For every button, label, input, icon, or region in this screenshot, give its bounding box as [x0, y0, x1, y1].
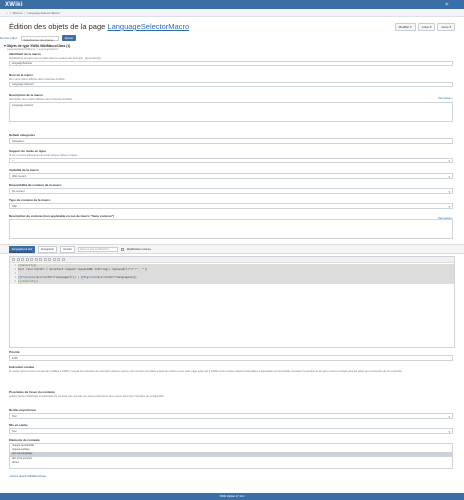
chevron-down-icon: ▾ [448, 174, 450, 179]
macro-tool-icon[interactable] [57, 258, 60, 261]
xwiki-logo[interactable]: XWiki [5, 2, 23, 8]
line-number: 5 [10, 280, 18, 284]
code-token: >>$currentUrl?language=en]] [94, 276, 137, 279]
add-object-button[interactable]: Ajouter [61, 35, 77, 41]
visibility-select[interactable]: Wiki courant ▾ [9, 173, 453, 179]
inline-support-select[interactable]: --- ▾ [9, 157, 453, 163]
code-token: {{/velocity}} [18, 280, 39, 283]
chevron-down-icon: ▾ [448, 414, 450, 419]
object-editor: Édition des objets de la page LanguageSe… [0, 17, 464, 493]
back-to-class-link[interactable]: ‹ Retour depuis WikiMacroClass [9, 475, 46, 478]
chevron-down-icon: ▾ [448, 429, 450, 434]
content-type-select[interactable]: Wiki ▾ [9, 203, 453, 209]
underline-tool-icon[interactable] [21, 258, 24, 261]
field-default-categories: Default categories Navigation [9, 133, 453, 144]
search-icon[interactable]: 🔍 [445, 2, 450, 7]
field-content-availability: Disponibilité du contenu de la macro No … [9, 183, 453, 194]
code-token: >>$currentUrl?language=fr]] | [[ [33, 276, 84, 279]
breadcrumb: ⌂ / Macros / LanguageSelectorMacro [0, 9, 464, 17]
code-token: Français [21, 276, 34, 279]
create-button[interactable]: Créer ▾ [417, 23, 436, 31]
fullscreen-tool-icon[interactable] [61, 258, 65, 261]
macro-name-input[interactable]: Language Selector [9, 81, 453, 87]
breadcrumb-item-macros[interactable]: Macros [13, 11, 23, 15]
image-tool-icon[interactable] [48, 258, 51, 261]
macro-id-input[interactable]: languageSelector [9, 60, 453, 66]
list-item[interactable]: skinel [10, 461, 452, 465]
content-description-textarea[interactable] [9, 219, 453, 239]
default-categories-input[interactable]: Navigation [9, 138, 453, 144]
object-subtitle: LanguageSelectorMacro : LanguageSelector [7, 48, 59, 51]
code-lines: 1 {{velocity}} 2 #set ($currentUrl = $xcont… [10, 263, 454, 285]
content-desc-fullscreen-link[interactable]: Haut niveau › [438, 217, 453, 220]
code-text: {{/velocity}} [18, 280, 38, 284]
field-macro-name: Nom de la macro Nom de la macro affichée… [9, 73, 453, 87]
field-macro-code-label: Code de la macro [9, 250, 33, 254]
home-icon[interactable]: ⌂ [6, 11, 8, 15]
bold-tool-icon[interactable] [12, 258, 15, 261]
add-object-label: Nouvel objet: [0, 36, 18, 40]
field-visibility: Visibilité de la macro Wiki courant ▾ [9, 168, 453, 179]
chevron-down-icon: ▾ [448, 189, 450, 194]
field-async-rendering: Exécution rendue Si rendue alors la macr… [9, 365, 403, 373]
priority-input[interactable]: 1000 [9, 355, 453, 361]
field-inline-support: Support du mode en ligne Si oui, la macr… [9, 149, 453, 163]
add-object-row: Nouvel objet: Sélectionner une classe Aj… [0, 35, 77, 42]
field-context-properties: Propriétés de l'exec du contexte Indique… [9, 390, 165, 398]
code-token: {{velocity}} [18, 264, 37, 267]
code-token: ($currentUrl = $xcontext.request.request… [24, 268, 148, 271]
edit-button[interactable]: Modifier ▾ [394, 23, 416, 31]
page-actions: Modifier ▾ Créer ▾ Autre ▾ [394, 23, 455, 31]
list-tool-icon[interactable] [34, 258, 38, 261]
more-button[interactable]: Autre ▾ [437, 23, 455, 31]
table-tool-icon[interactable] [52, 258, 56, 261]
heading-tool-icon[interactable] [30, 258, 33, 261]
field-content-description: Description du contenu (non applicable e… [9, 214, 453, 239]
field-macro-description: Description de la macro Description de l… [9, 93, 453, 122]
chevron-down-icon: ▾ [448, 204, 450, 209]
field-cached: Mis en cache Non ▾ [9, 423, 453, 434]
async-render-select[interactable]: Non ▾ [9, 413, 453, 419]
code-text: #set ($currentUrl = $xcontext.request.re… [18, 268, 148, 272]
class-select[interactable]: Sélectionner une classe [20, 35, 59, 42]
macro-code-editor[interactable]: 1 {{velocity}} 2 #set ($currentUrl = $xcont… [9, 256, 455, 348]
field-context-elements: Éléments de contexte request.remoteAddr r… [9, 438, 453, 469]
numbered-list-tool-icon[interactable] [39, 258, 42, 261]
desc-fullscreen-link[interactable]: Haut niveau › [438, 97, 453, 100]
link-tool-icon[interactable] [43, 258, 47, 261]
field-content-type: Type du contenu de la macro Wiki ▾ [9, 198, 453, 209]
code-token: English [83, 276, 95, 279]
field-macro-id: Identifiant de la macro Identifiant de l… [9, 52, 453, 66]
page-title-link[interactable]: LanguageSelectorMacro [107, 22, 189, 31]
cached-select[interactable]: Non ▾ [9, 428, 453, 434]
breadcrumb-item-current[interactable]: LanguageSelectorMacro [27, 11, 60, 15]
content-availability-select[interactable]: No content ▾ [9, 188, 453, 194]
top-navigation-bar: XWiki 🔍 👤 [0, 0, 464, 9]
page-title: Édition des objets de la page LanguageSe… [9, 22, 190, 31]
context-elements-listbox[interactable]: request.remoteAddr request.cookies doc.use… [9, 443, 453, 469]
field-priority: Priorité 1000 [9, 350, 453, 361]
code-line[interactable]: 5 {{/velocity}} [10, 280, 454, 284]
chevron-down-icon: ▾ [448, 159, 450, 163]
field-async-render: Rendu asynchrone Non ▾ [9, 408, 453, 419]
user-icon[interactable]: 👤 [454, 2, 459, 7]
italic-tool-icon[interactable] [16, 258, 20, 261]
page-footer: XWiki Debian 17.10.2 [0, 493, 464, 500]
strike-tool-icon[interactable] [25, 258, 29, 261]
macro-description-textarea[interactable]: Language selector [9, 101, 453, 122]
